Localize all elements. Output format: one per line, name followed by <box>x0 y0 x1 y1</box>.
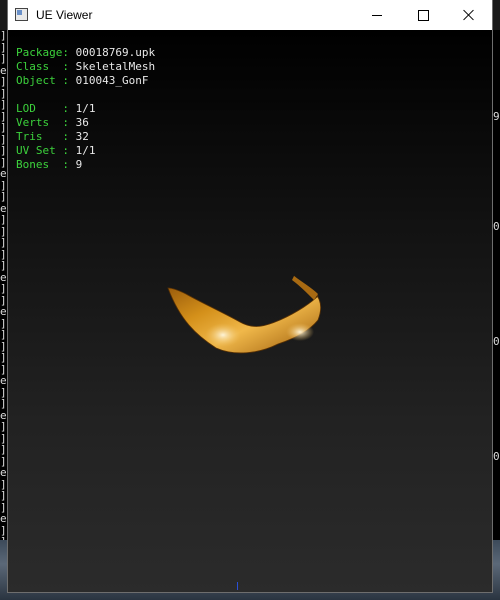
console-glyph: 0 <box>493 450 500 463</box>
minimize-button[interactable] <box>354 0 400 30</box>
mask-mesh <box>167 275 322 354</box>
console-glyph: 0 <box>493 335 500 348</box>
maximize-button[interactable] <box>400 0 446 30</box>
close-icon <box>463 9 475 21</box>
window-title: UE Viewer <box>36 8 93 22</box>
axis-indicator <box>237 582 238 590</box>
close-button[interactable] <box>446 0 492 30</box>
console-glyph: 0 <box>493 220 500 233</box>
title-bar[interactable]: UE Viewer <box>8 0 492 30</box>
console-glyph: 9 <box>493 110 500 123</box>
3d-viewport[interactable]: Package: 00018769.upk Class : SkeletalMe… <box>8 30 492 592</box>
ue-viewer-window: UE Viewer Package: 00018769.upk Class : … <box>8 0 492 592</box>
mask-strap <box>292 276 318 300</box>
minimize-icon <box>372 14 382 16</box>
maximize-icon <box>417 9 429 21</box>
skeletal-mesh-render <box>167 275 322 354</box>
background-console-right: 90000 <box>492 30 500 600</box>
mask-highlight-right <box>286 323 314 341</box>
app-icon <box>15 8 28 21</box>
mask-highlight-left <box>205 323 241 347</box>
